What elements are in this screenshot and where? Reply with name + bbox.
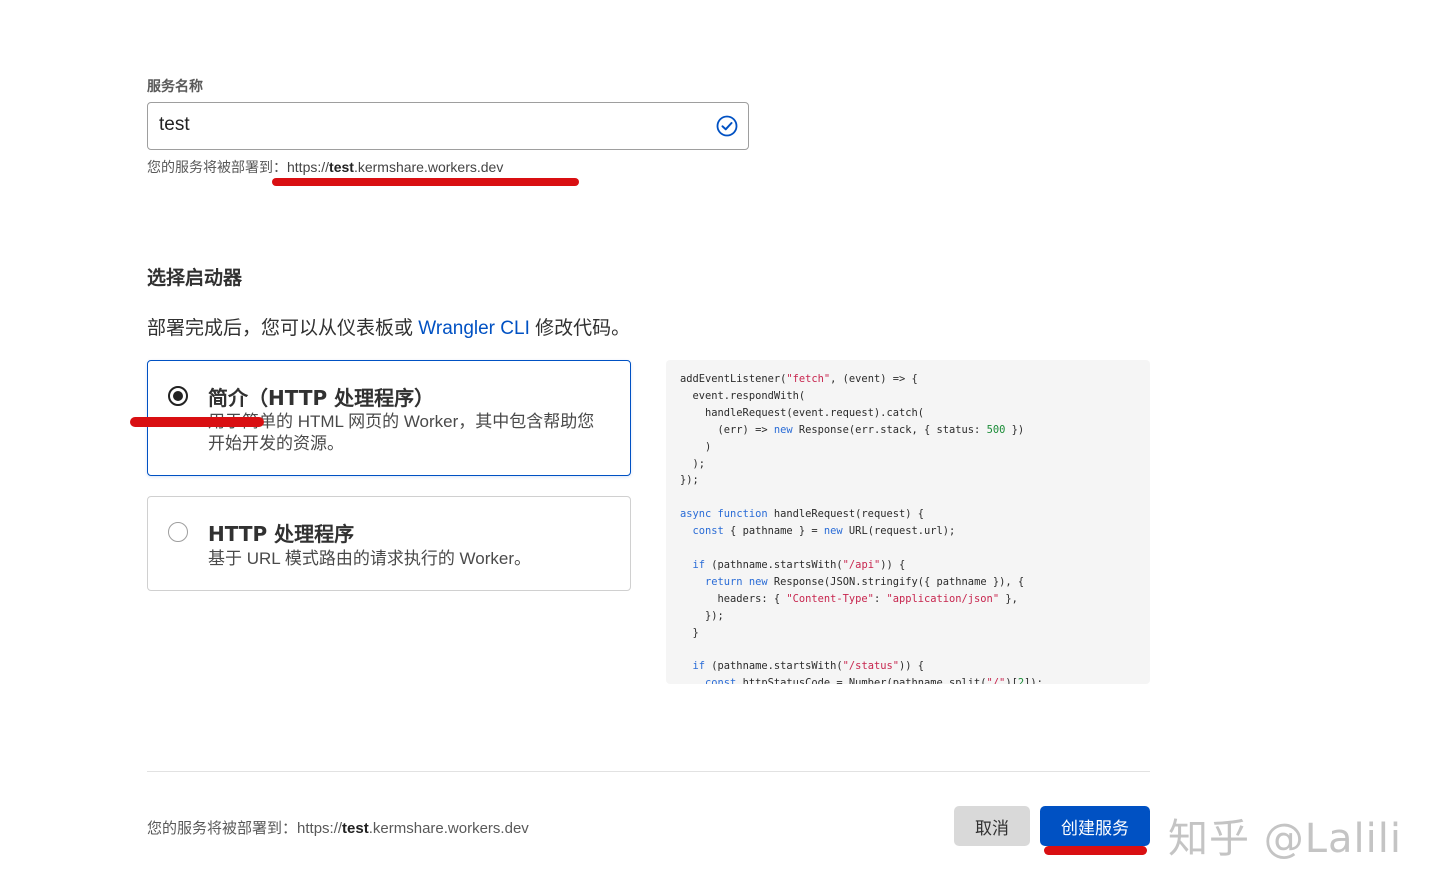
annotation-underline-url [272,178,579,186]
annotation-strike-mark [130,417,264,427]
footer-deploy-url: 您的服务将被部署到：https://test.kermshare.workers… [147,820,529,837]
starter-section-title: 选择启动器 [147,267,243,289]
starter-option-title: 简介（HTTP 处理程序） [208,386,435,410]
footer-divider [147,771,1150,772]
service-name-label: 服务名称 [147,79,203,95]
service-name-input[interactable]: test [147,102,749,150]
deploy-url-prefix: 您的服务将被部署到： [147,159,287,175]
starter-section-desc: 部署完成后，您可以从仪表板或 Wrangler CLI 修改代码。 [147,318,631,339]
check-circle-icon [716,115,738,137]
starter-option-desc: 基于 URL 模式路由的请求执行的 Worker。 [208,549,532,568]
starter-option-http-handler[interactable]: HTTP 处理程序 基于 URL 模式路由的请求执行的 Worker。 [147,496,631,591]
wrangler-cli-link[interactable]: Wrangler CLI [418,318,530,339]
starter-option-desc: 用于简单的 HTML 网页的 Worker，其中包含帮助您开始开发的资源。 [208,412,595,453]
starter-option-title: HTTP 处理程序 [208,522,355,546]
code-preview-text: addEventListener("fetch", (event) => { e… [680,373,1043,684]
watermark: 知乎 @Lalili [1168,816,1402,862]
radio-selected-icon[interactable] [168,386,188,406]
cancel-button[interactable]: 取消 [954,806,1030,846]
radio-unselected-icon[interactable] [168,522,188,542]
create-service-button[interactable]: 创建服务 [1040,806,1150,846]
annotation-underline-create [1044,846,1147,855]
deploy-url-hint: 您的服务将被部署到：https://test.kermshare.workers… [147,157,503,177]
code-preview: addEventListener("fetch", (event) => { e… [666,360,1150,684]
service-name-value[interactable]: test [159,114,190,136]
deploy-url: https://test.kermshare.workers.dev [287,159,504,175]
